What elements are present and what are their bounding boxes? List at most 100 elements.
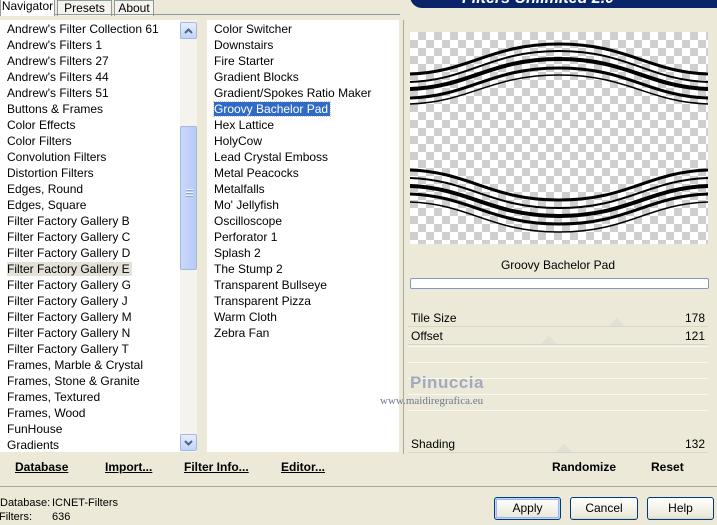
filter-item[interactable]: Color Switcher (207, 21, 399, 37)
filter-item[interactable]: Zebra Fan (207, 325, 399, 341)
progress-bar (410, 278, 709, 289)
filter-item[interactable]: Splash 2 (207, 245, 399, 261)
filter-item[interactable]: Oscilloscope (207, 213, 399, 229)
database-button[interactable]: Database (15, 460, 68, 474)
category-item[interactable]: Filter Factory Gallery J (0, 293, 180, 309)
category-item[interactable]: Convolution Filters (0, 149, 180, 165)
category-item[interactable]: Andrew's Filters 27 (0, 53, 180, 69)
filter-preview (409, 32, 709, 244)
filter-item-label: Color Switcher (214, 22, 293, 36)
filter-item-label: Transparent Pizza (214, 294, 311, 308)
category-item-label: Frames, Stone & Granite (7, 374, 140, 388)
tab-navigator[interactable]: Navigator (0, 0, 55, 16)
category-list[interactable]: Andrew's Filter Collection 61 Andrew's Fi… (0, 20, 180, 452)
category-item[interactable]: Color Effects (0, 117, 180, 133)
tile-size-slider[interactable] (408, 326, 708, 327)
category-item[interactable]: Andrew's Filters 44 (0, 69, 180, 85)
filter-item[interactable]: Lead Crystal Emboss (207, 149, 399, 165)
param-label: Tile Size (411, 311, 457, 325)
category-item-label: Frames, Wood (7, 406, 86, 420)
offset-slider-thumb[interactable] (541, 336, 557, 344)
filter-item-label: Metalfalls (214, 182, 265, 196)
category-item-label: Filter Factory Gallery C (7, 230, 131, 244)
editor-button[interactable]: Editor... (281, 460, 325, 474)
category-item[interactable]: Filter Factory Gallery D (0, 245, 180, 261)
category-item[interactable]: Edges, Square (0, 197, 180, 213)
category-item[interactable]: Color Filters (0, 133, 180, 149)
status-database-label: Database: (0, 497, 51, 509)
filter-item-label: Lead Crystal Emboss (214, 150, 329, 164)
filter-item[interactable]: Hex Lattice (207, 117, 399, 133)
filter-item[interactable]: Gradient/Spokes Ratio Maker (207, 85, 399, 101)
category-item[interactable]: Filter Factory Gallery N (0, 325, 180, 341)
category-item-label: Filter Factory Gallery G (7, 278, 132, 292)
category-item-label: Convolution Filters (7, 150, 107, 164)
category-item[interactable]: Distortion Filters (0, 165, 180, 181)
offset-slider[interactable] (408, 344, 708, 345)
category-item[interactable]: Filter Factory Gallery M (0, 309, 180, 325)
category-item-label: Edges, Round (7, 182, 84, 196)
category-scrollbar[interactable] (180, 20, 197, 452)
filter-list[interactable]: Color Switcher Downstairs Fire Starter Grad… (207, 20, 399, 452)
filter-item-label: Hex Lattice (214, 118, 275, 132)
param-empty-row (408, 410, 708, 427)
panel-divider (403, 20, 404, 454)
filter-item[interactable]: Fire Starter (207, 53, 399, 69)
category-item[interactable]: Edges, Round (0, 181, 180, 197)
apply-button[interactable]: Apply (494, 497, 561, 520)
filter-item[interactable]: Metal Peacocks (207, 165, 399, 181)
reset-button[interactable]: Reset (651, 460, 684, 474)
filter-item[interactable]: HolyCow (207, 133, 399, 149)
randomize-button[interactable]: Randomize (552, 460, 616, 474)
filter-item[interactable]: Transparent Bullseye (207, 277, 399, 293)
category-item-label: Gradients (7, 438, 60, 452)
category-item-label: Andrew's Filters 51 (7, 86, 109, 100)
tile-size-slider-thumb[interactable] (609, 318, 625, 326)
filter-item[interactable]: Warm Cloth (207, 309, 399, 325)
help-button[interactable]: Help (647, 497, 714, 520)
category-item[interactable]: Gradients (0, 437, 180, 452)
category-item-label: Andrew's Filter Collection 61 (7, 22, 159, 36)
tab-panel-border (0, 14, 400, 15)
scroll-thumb[interactable] (180, 126, 197, 270)
scroll-down-button[interactable] (180, 434, 197, 451)
param-empty-row (408, 346, 708, 363)
category-item[interactable]: Filter Factory Gallery T (0, 341, 180, 357)
category-item[interactable]: Andrew's Filter Collection 61 (0, 21, 180, 37)
category-item[interactable]: Frames, Textured (0, 389, 180, 405)
filter-item[interactable]: The Stump 2 (207, 261, 399, 277)
shading-slider[interactable] (408, 452, 708, 453)
filter-item[interactable]: Gradient Blocks (207, 69, 399, 85)
category-item[interactable]: Filter Factory Gallery B (0, 213, 180, 229)
shading-slider-thumb[interactable] (556, 444, 572, 452)
filter-item[interactable]: Perforator 1 (207, 229, 399, 245)
category-item[interactable]: Filter Factory Gallery C (0, 229, 180, 245)
scroll-up-button[interactable] (180, 22, 197, 39)
category-item-label: Filter Factory Gallery D (7, 246, 131, 260)
title-banner: Filters Unlimited 2.0 (410, 0, 717, 8)
param-tile-size: Tile Size 178 (408, 310, 708, 326)
banner-text: Filters Unlimited 2.0 (462, 0, 614, 8)
filter-item-label: Oscilloscope (214, 214, 283, 228)
category-item[interactable]: Frames, Stone & Granite (0, 373, 180, 389)
category-item[interactable]: Andrew's Filters 51 (0, 85, 180, 101)
import-button[interactable]: Import... (105, 460, 152, 474)
category-item[interactable]: Filter Factory Gallery E (0, 261, 180, 277)
category-item[interactable]: Andrew's Filters 1 (0, 37, 180, 53)
category-item[interactable]: FunHouse (0, 421, 180, 437)
filter-info-button[interactable]: Filter Info... (184, 460, 249, 474)
param-value: 132 (684, 437, 705, 451)
filter-item[interactable]: Metalfalls (207, 181, 399, 197)
category-item[interactable]: Filter Factory Gallery G (0, 277, 180, 293)
filter-item[interactable]: Transparent Pizza (207, 293, 399, 309)
cancel-button[interactable]: Cancel (570, 497, 638, 520)
category-item[interactable]: Frames, Marble & Crystal (0, 357, 180, 373)
param-offset: Offset 121 (408, 328, 708, 344)
filter-item[interactable]: Mo' Jellyfish (207, 197, 399, 213)
category-item[interactable]: Buttons & Frames (0, 101, 180, 117)
filter-item[interactable]: Downstairs (207, 37, 399, 53)
category-item[interactable]: Frames, Wood (0, 405, 180, 421)
filter-item-label: Fire Starter (214, 54, 275, 68)
category-item-label: Distortion Filters (7, 166, 94, 180)
filter-item[interactable]: Groovy Bachelor Pad (207, 101, 399, 117)
